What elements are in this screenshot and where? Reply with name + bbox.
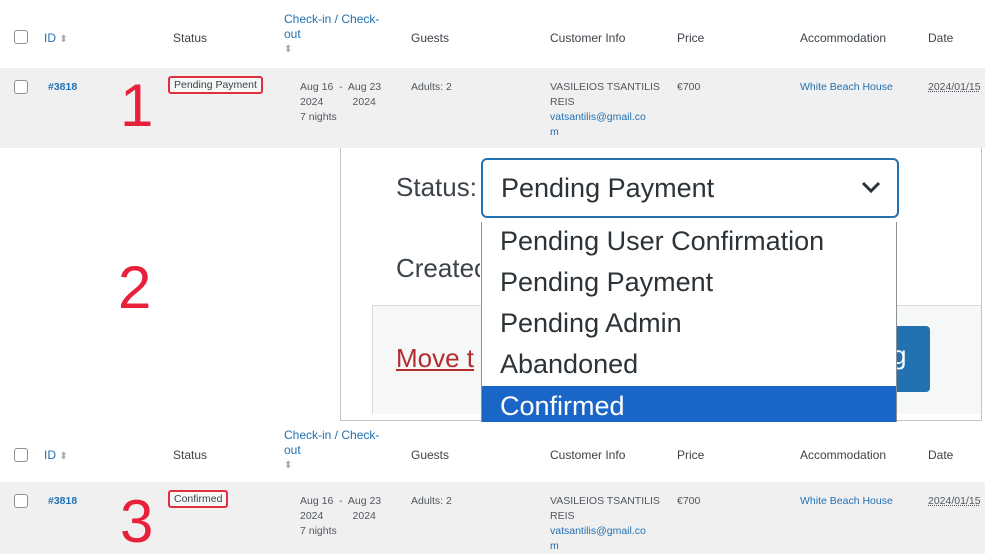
checkin-range: Aug 16 - Aug 23	[300, 495, 382, 507]
column-status-header: Status	[173, 31, 208, 45]
booking-date: 2024/01/15	[928, 81, 981, 93]
booking-date: 2024/01/15	[928, 495, 981, 507]
column-date-header: Date	[928, 448, 954, 462]
column-guests-header: Guests	[411, 448, 450, 462]
created-field-label: Createc	[396, 253, 480, 283]
price-value: €700	[677, 81, 701, 93]
select-all-checkbox[interactable]	[14, 448, 28, 462]
table-header-bottom: ID ⬍ Status Check-in / Check- out ⬍ Gues…	[0, 422, 985, 482]
customer-email-link-cont[interactable]: m	[550, 539, 660, 554]
column-price-header: Price	[677, 448, 705, 462]
option-confirmed[interactable]: Confirmed	[482, 386, 896, 422]
column-id-label: ID	[44, 31, 56, 45]
checkin-header-line2: out	[284, 27, 301, 41]
update-button[interactable]: g	[892, 326, 930, 392]
nights-count: 7 nights	[300, 525, 337, 537]
column-customer-header: Customer Info	[550, 448, 626, 462]
status-select[interactable]: Pending Payment	[481, 158, 899, 218]
customer-name: VASILEIOS TSANTILIS	[550, 495, 660, 507]
option-pending-payment[interactable]: Pending Payment	[500, 267, 713, 298]
accommodation-link[interactable]: White Beach House	[800, 80, 893, 95]
nights-count: 7 nights	[300, 111, 337, 123]
checkin-range: Aug 16 - Aug 23	[300, 81, 382, 93]
column-id-header[interactable]: ID ⬍	[44, 31, 68, 45]
status-dropdown-list: Pending User Confirmation Pending Paymen…	[481, 222, 897, 423]
customer-info: VASILEIOS TSANTILIS REIS vatsantilis@gma…	[550, 494, 660, 554]
row-checkbox[interactable]	[14, 80, 28, 94]
status-field-label: Status:	[396, 172, 477, 202]
status-select-value: Pending Payment	[501, 173, 715, 203]
guests-value: Adults: 2	[411, 81, 452, 93]
booking-id-link[interactable]: #3818	[48, 494, 77, 509]
column-id-header[interactable]: ID ⬍	[44, 448, 68, 462]
checkin-header-line1: Check-in / Check-	[284, 12, 380, 26]
column-accommodation-header: Accommodation	[800, 448, 887, 462]
select-all-checkbox[interactable]	[14, 30, 28, 44]
row-checkbox[interactable]	[14, 494, 28, 508]
option-pending-user-confirmation[interactable]: Pending User Confirmation	[500, 226, 824, 257]
checkin-years: 2024 2024	[300, 510, 376, 522]
step-label-1: 1	[120, 72, 154, 139]
option-abandoned[interactable]: Abandoned	[500, 349, 638, 380]
column-date-header: Date	[928, 31, 954, 45]
customer-email-link[interactable]: vatsantilis@gmail.co	[550, 524, 660, 539]
sort-arrows-icon: ⬍	[59, 451, 68, 462]
step-label-2: 2	[118, 254, 152, 321]
customer-name-cont: REIS	[550, 96, 575, 108]
status-badge: Confirmed	[168, 490, 229, 508]
column-checkin-header[interactable]: Check-in / Check- out ⬍	[284, 12, 379, 57]
customer-name: VASILEIOS TSANTILIS	[550, 81, 660, 93]
step-label-3: 3	[120, 488, 154, 555]
table-row-bottom: #3818 3 Confirmed Aug 16 - Aug 23 2024 2…	[0, 482, 985, 554]
customer-email-link[interactable]: vatsantilis@gmail.co	[550, 110, 660, 125]
chevron-down-icon	[861, 181, 881, 194]
sort-arrows-icon: ⬍	[284, 460, 293, 471]
column-id-label: ID	[44, 448, 56, 462]
checkin-dates: Aug 16 - Aug 23 2024 2024 7 nights	[300, 494, 381, 539]
sort-arrows-icon: ⬍	[284, 44, 293, 55]
sort-arrows-icon: ⬍	[59, 34, 68, 45]
price-value: €700	[677, 495, 701, 507]
customer-info: VASILEIOS TSANTILIS REIS vatsantilis@gma…	[550, 80, 660, 140]
accommodation-link[interactable]: White Beach House	[800, 494, 893, 509]
move-to-trash-link[interactable]: Move t	[396, 343, 480, 374]
guests-value: Adults: 2	[411, 495, 452, 507]
column-guests-header: Guests	[411, 31, 450, 45]
option-pending-admin[interactable]: Pending Admin	[500, 308, 682, 339]
checkin-header-line2: out	[284, 443, 301, 457]
column-status-header: Status	[173, 448, 208, 462]
checkin-header-line1: Check-in / Check-	[284, 428, 380, 442]
customer-email-link-cont[interactable]: m	[550, 125, 660, 140]
table-row-top: #3818 1 Pending Payment Aug 16 - Aug 23 …	[0, 68, 985, 148]
column-customer-header: Customer Info	[550, 31, 626, 45]
column-checkin-header[interactable]: Check-in / Check- out ⬍	[284, 428, 379, 473]
customer-name-cont: REIS	[550, 510, 575, 522]
booking-id-link[interactable]: #3818	[48, 80, 77, 95]
table-header-top: ID ⬍ Status Check-in / Check- out ⬍ Gues…	[0, 0, 985, 68]
column-accommodation-header: Accommodation	[800, 31, 887, 45]
column-price-header: Price	[677, 31, 705, 45]
status-badge: Pending Payment	[168, 76, 263, 94]
checkin-dates: Aug 16 - Aug 23 2024 2024 7 nights	[300, 80, 381, 125]
checkin-years: 2024 2024	[300, 96, 376, 108]
